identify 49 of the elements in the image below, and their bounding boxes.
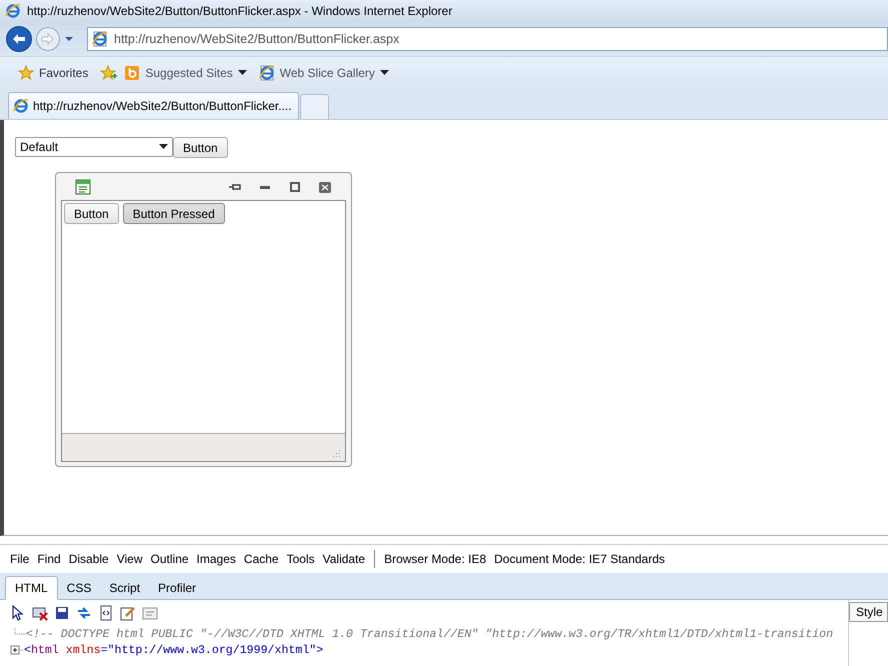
tab[interactable]: CSS [58, 577, 100, 599]
browser-logo-icon [13, 98, 29, 114]
menu-item[interactable]: View [112, 552, 147, 566]
tab[interactable]: HTML [5, 576, 58, 600]
mode-menu[interactable]: Document Mode: IE7 Standards [490, 552, 669, 566]
save-icon[interactable] [54, 605, 70, 621]
address-field[interactable]: http://ruzhenov/WebSite2/Button/ButtonFlicker.aspx [87, 27, 888, 51]
window-app-icon [75, 178, 91, 194]
browser-logo-icon [5, 3, 21, 19]
button[interactable]: Button Pressed [122, 203, 225, 224]
caret-icon [159, 144, 168, 150]
edit-icon[interactable] [120, 605, 136, 621]
dropdown-icon[interactable] [63, 35, 75, 43]
button[interactable]: Button [173, 137, 228, 158]
back-icon[interactable] [5, 25, 33, 53]
page-icon [92, 31, 108, 47]
button[interactable]: Button [64, 203, 119, 224]
mode-menu[interactable]: Browser Mode: IE8 [380, 552, 490, 566]
menu-item[interactable]: Tools [282, 552, 319, 566]
letter-b-icon [124, 65, 140, 81]
star-icon [18, 65, 34, 81]
style-tab[interactable]: Style [849, 602, 888, 622]
caret-icon [238, 70, 247, 76]
tab[interactable]: Profiler [149, 577, 206, 599]
refresh-icon[interactable] [76, 605, 92, 621]
menu-item[interactable]: Images [192, 552, 240, 566]
word-wrap-icon[interactable] [142, 605, 158, 621]
menu-item[interactable]: Cache [240, 552, 283, 566]
favorites-button[interactable]: Favorites [18, 65, 88, 81]
browser-tab[interactable]: http://ruzhenov/WebSite2/Button/ButtonFlicker.... [8, 92, 299, 119]
tab[interactable]: Script [100, 577, 150, 599]
favorites-bar-link[interactable]: Web Slice Gallery [258, 65, 389, 81]
cursor-icon[interactable] [10, 605, 26, 621]
menu-item[interactable]: Validate [318, 552, 370, 566]
menu-item[interactable]: Disable [64, 552, 113, 566]
dropdown[interactable]: Default [15, 137, 173, 157]
menu-item[interactable]: Find [33, 552, 65, 566]
source-line: <html xmlns="http://www.w3.org/1999/xhtml"> [24, 644, 324, 656]
code-icon[interactable] [98, 605, 114, 621]
caret-icon [380, 70, 389, 76]
page-icon [258, 65, 275, 81]
menu-item[interactable]: File [6, 552, 34, 566]
clear-icon[interactable] [32, 605, 48, 621]
add-favorite-icon[interactable] [100, 65, 118, 81]
expand-icon[interactable] [10, 644, 24, 656]
window-title: http://ruzhenov/WebSite2/Button/ButtonFlicker.aspx - Windows Internet Explorer [27, 4, 452, 18]
favorites-bar-link[interactable]: Suggested Sites [124, 65, 247, 81]
menu-item[interactable]: Outline [146, 552, 193, 566]
source-line: <!-- DOCTYPE html PUBLIC "-//W3C//DTD XHTML 1.0 Transitional//EN" "http://www.w3.org/TR/xhtml1/DTD/xhtml1-transition [26, 628, 834, 640]
